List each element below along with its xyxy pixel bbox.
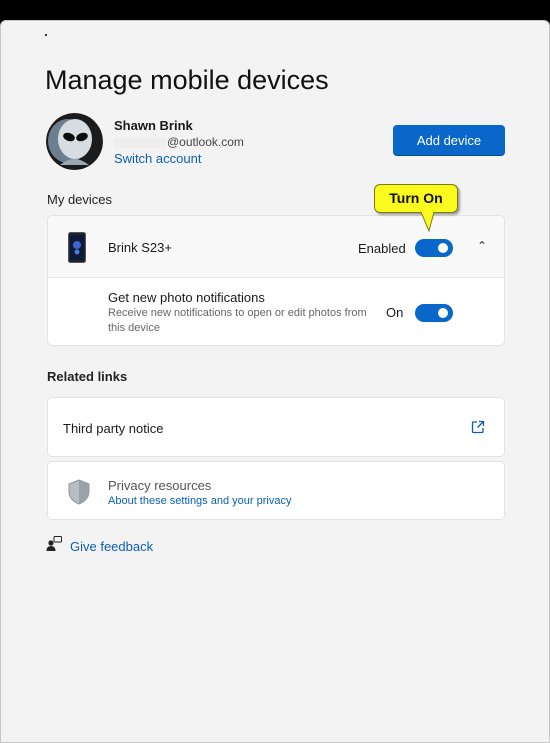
privacy-settings-link[interactable]: About these settings and your privacy (108, 495, 291, 507)
external-link-icon[interactable] (471, 420, 485, 434)
privacy-resources-card: Privacy resources About these settings a… (47, 461, 505, 520)
title-mark (45, 34, 47, 36)
my-devices-heading: My devices (47, 192, 113, 207)
feedback-icon (46, 536, 62, 552)
app-window: Manage mobile devices Shawn Brink @outlo… (0, 20, 550, 743)
notification-setting-title: Get new photo notifications (108, 290, 265, 305)
account-email: @outlook.com (114, 135, 244, 149)
third-party-notice-label: Third party notice (63, 421, 164, 436)
turn-on-callout: Turn On (374, 184, 458, 213)
related-links-heading: Related links (47, 369, 128, 384)
give-feedback-link[interactable]: Give feedback (70, 539, 153, 554)
account-name: Shawn Brink (114, 118, 193, 133)
third-party-notice-card[interactable]: Third party notice (47, 397, 505, 457)
page-title: Manage mobile devices (45, 65, 329, 95)
device-status-label: Enabled (358, 241, 406, 256)
callout-pointer (420, 212, 435, 232)
shield-icon (67, 479, 91, 505)
add-device-button[interactable]: Add device (393, 125, 505, 155)
account-email-domain: @outlook.com (167, 135, 244, 149)
chevron-up-icon[interactable]: ⌃ (477, 239, 487, 253)
device-enabled-toggle[interactable] (415, 239, 453, 257)
notification-setting-description: Receive new notifications to open or edi… (108, 307, 367, 334)
phone-icon (68, 232, 86, 263)
notification-toggle[interactable] (415, 304, 453, 322)
device-card: Brink S23+ Enabled ⌃ Get new photo notif… (47, 215, 505, 346)
switch-account-link[interactable]: Switch account (114, 151, 201, 166)
notification-status-label: On (386, 305, 404, 320)
privacy-resources-title: Privacy resources (108, 478, 212, 493)
email-redaction (114, 137, 166, 148)
avatar (46, 113, 103, 170)
device-name: Brink S23+ (108, 240, 172, 255)
